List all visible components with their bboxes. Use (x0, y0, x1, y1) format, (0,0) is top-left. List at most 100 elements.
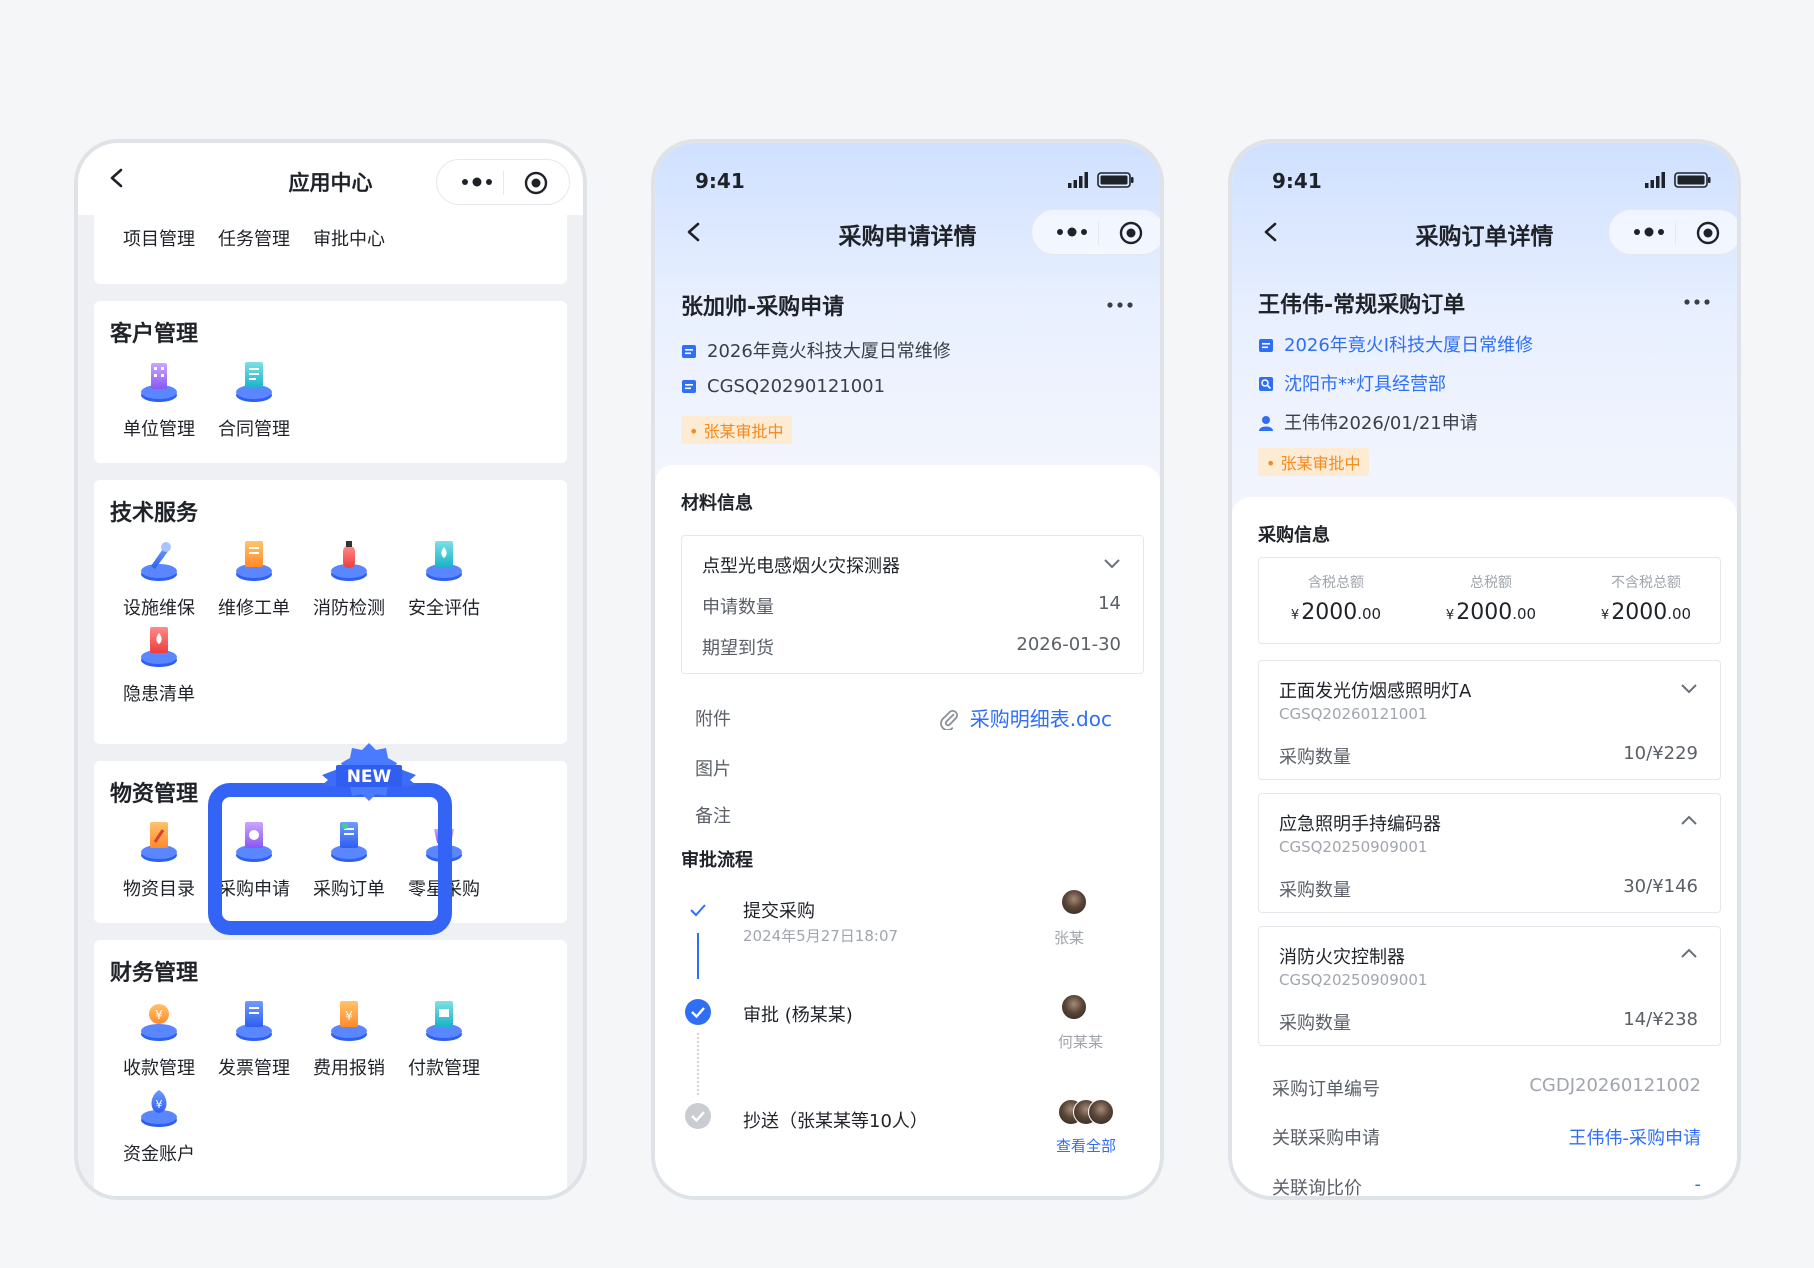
section-title: 材料信息 (681, 493, 753, 514)
step-person: 张某 (1054, 929, 1085, 947)
project-line: 2026年竟火科技大厦日常维修 (681, 337, 951, 363)
avatar (1061, 889, 1087, 915)
total-with-tax: 含税总额 ¥2000.00 (1290, 575, 1382, 625)
app-material-catalog[interactable]: 物资目录 (104, 817, 214, 901)
invoice-icon (230, 1001, 278, 1044)
app-contract-management[interactable]: 合同管理 (199, 357, 309, 441)
close-target-icon[interactable] (523, 170, 549, 196)
detail-panel: 采购信息 含税总额 ¥2000.00 总税额 ¥2000.00 不含税总额 ¥2… (1232, 497, 1737, 1199)
order-no-value: CGDJ20260121002 (1529, 1075, 1701, 1096)
code-line: CGSQ20290121001 (681, 376, 885, 397)
app-unit-management[interactable]: 单位管理 (104, 357, 214, 441)
mini-program-capsule (1031, 209, 1160, 255)
chevron-down-icon[interactable] (1680, 683, 1698, 695)
svg-text:¥: ¥ (156, 1098, 163, 1111)
section-customer: 客户管理 单位管理 合同管理 (94, 301, 567, 463)
capsule-divider (1675, 221, 1676, 245)
app-repair-order[interactable]: 维修工单 (199, 536, 309, 620)
signal-battery-icon (1645, 172, 1711, 188)
signal-battery-icon (1068, 172, 1134, 188)
related-apply-link[interactable]: 王伟伟-采购申请 (1569, 1124, 1702, 1150)
chevron-up-icon[interactable] (1680, 814, 1698, 826)
applicant-line: 王伟伟2026/01/21申请 (1258, 409, 1478, 435)
svg-text:NEW: NEW (347, 767, 392, 787)
order-title: 王伟伟-常规采购订单 (1258, 293, 1466, 318)
qty-label: 申请数量 (702, 597, 774, 618)
totals-card: 含税总额 ¥2000.00 总税额 ¥2000.00 不含税总额 ¥2000.0… (1258, 557, 1721, 644)
section-title: 客户管理 (110, 322, 199, 347)
phone-purchase-order-detail: 9:41 采购订单详情 王伟伟-常规采购订单 2026年竟火I科技大厦日常维修 … (1228, 139, 1741, 1200)
capsule-divider (503, 171, 504, 195)
date-value: 2026-01-30 (1016, 634, 1121, 655)
step-title: 审批 (杨某某) (743, 1005, 853, 1026)
app-expense-reimbursement[interactable]: ¥ 费用报销 (294, 996, 404, 1080)
nav-bar: 应用中心 (78, 143, 583, 215)
avatar (1088, 1099, 1114, 1125)
timeline-line (697, 933, 699, 979)
app-fund-account[interactable]: ¥ 资金账户 (104, 1082, 214, 1166)
app-payment-management[interactable]: 付款管理 (389, 996, 499, 1080)
status-time: 9:41 (1272, 169, 1322, 193)
paperclip-icon (939, 709, 958, 731)
app-safety-assessment[interactable]: 安全评估 (389, 536, 499, 620)
order-item-card[interactable]: 应急照明手持编码器 CGSQ20250909001 采购数量 30/¥146 (1258, 793, 1721, 913)
app-hazard-list[interactable]: 隐患清单 (104, 622, 214, 706)
section-title: 审批流程 (681, 850, 753, 871)
section-title: 财务管理 (110, 961, 199, 986)
contract-icon (230, 362, 278, 405)
section-tech-service: 技术服务 设施维保 维修工单 消防检测 安全评估 隐患清单 (94, 480, 567, 744)
new-badge-icon: NEW (322, 743, 416, 801)
supplier-link[interactable]: 沈阳市**灯具经营部 (1258, 370, 1446, 396)
chevron-down-icon[interactable] (1103, 558, 1121, 570)
step-time: 2024年5月27日18:07 (743, 927, 899, 945)
app-receipt-management[interactable]: ¥ 收款管理 (104, 996, 214, 1080)
check-icon (690, 904, 706, 917)
attach-label: 附件 (695, 709, 731, 730)
total-tax: 总税额 ¥2000.00 (1445, 575, 1537, 625)
capsule-divider (1098, 221, 1099, 245)
note-label: 备注 (695, 806, 731, 827)
user-icon (1259, 416, 1273, 431)
date-label: 期望到货 (702, 638, 774, 659)
more-dots-icon[interactable] (1683, 297, 1711, 307)
total-without-tax: 不含税总额 ¥2000.00 (1600, 575, 1692, 625)
related-compare-label: 关联询比价 (1272, 1178, 1362, 1199)
order-item-card[interactable]: 正面发光仿烟感照明灯A CGSQ20260121001 采购数量 10/¥229 (1258, 660, 1721, 780)
store-icon (1259, 377, 1273, 391)
attach-file-link[interactable]: 采购明细表.doc (938, 703, 1112, 732)
catalog-icon (135, 822, 183, 865)
section-title: 采购信息 (1258, 525, 1330, 546)
material-card: 点型光电感烟火灾探测器 申请数量 14 期望到货 2026-01-30 (681, 535, 1144, 674)
more-dots-icon[interactable] (1052, 219, 1092, 245)
calendar-icon (682, 380, 696, 393)
related-compare-value[interactable]: - (1695, 1174, 1702, 1195)
payment-icon (420, 1001, 468, 1044)
project-link[interactable]: 2026年竟火I科技大厦日常维修 (1258, 331, 1533, 357)
phone-purchase-request-detail: 9:41 采购申请详情 张加帅-采购申请 2026年竟火科技大厦日常维修 CGS… (651, 139, 1164, 1200)
section-finance: 财务管理 ¥ 收款管理 发票管理 ¥ 费用报销 付款管理 ¥ 资金账户 (94, 940, 567, 1196)
more-dots-icon[interactable] (1629, 219, 1669, 245)
header-area: 9:41 采购申请详情 张加帅-采购申请 2026年竟火科技大厦日常维修 CGS… (655, 143, 1160, 503)
order-item-card[interactable]: 消防火灾控制器 CGSQ20250909001 采购数量 14/¥238 (1258, 926, 1721, 1046)
more-dots-icon[interactable] (457, 169, 497, 195)
material-name: 点型光电感烟火灾探测器 (702, 556, 900, 577)
app-facility-maintenance[interactable]: 设施维保 (104, 536, 214, 620)
mini-program-capsule (436, 159, 570, 205)
order-no-label: 采购订单编号 (1272, 1079, 1380, 1100)
expense-icon: ¥ (325, 1001, 373, 1044)
close-target-icon[interactable] (1695, 220, 1721, 246)
app-invoice-management[interactable]: 发票管理 (199, 996, 309, 1080)
fire-extinguisher-icon (325, 541, 373, 584)
status-badge: • 张某审批中 (681, 416, 792, 444)
step-title: 抄送（张某某等10人） (743, 1111, 928, 1132)
image-label: 图片 (695, 759, 731, 780)
timeline-dashed (697, 1033, 699, 1095)
header-area: 9:41 采购订单详情 王伟伟-常规采购订单 2026年竟火I科技大厦日常维修 … (1232, 143, 1737, 543)
chevron-up-icon[interactable] (1680, 947, 1698, 959)
more-dots-icon[interactable] (1106, 300, 1134, 310)
safety-icon (420, 541, 468, 584)
view-all-link[interactable]: 查看全部 (1056, 1135, 1116, 1156)
close-target-icon[interactable] (1118, 220, 1144, 246)
qty-value: 14 (1098, 593, 1121, 614)
app-fire-inspection[interactable]: 消防检测 (294, 536, 404, 620)
